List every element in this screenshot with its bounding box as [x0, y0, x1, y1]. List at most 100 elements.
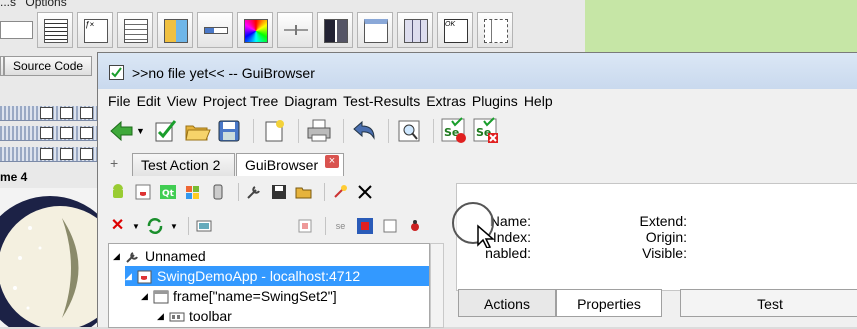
open-folder-icon[interactable]	[294, 182, 314, 202]
tab-test-action-2[interactable]: Test Action 2	[132, 153, 235, 176]
close-icon[interactable]	[355, 182, 375, 202]
toolbar-separator	[342, 119, 344, 143]
component-tree[interactable]: ◢ Unnamed ◢ SwingDemoApp - localhost:471…	[108, 243, 430, 328]
app-check-icon	[109, 65, 124, 80]
inspect-icon[interactable]	[395, 117, 423, 145]
editor-tabstrip: + Test Action 2 GuiBrowser ×	[98, 151, 857, 177]
option-pane-icon[interactable]	[157, 12, 193, 48]
color-chooser-icon[interactable]	[237, 12, 273, 48]
windows-icon[interactable]	[183, 182, 203, 202]
expand-triangle-icon[interactable]: ◢	[141, 286, 153, 306]
svg-text:Qt: Qt	[162, 189, 175, 199]
tree-label: SwingDemoApp - localhost:4712	[157, 268, 361, 284]
tab-properties[interactable]: Properties	[556, 289, 662, 317]
bug-icon[interactable]	[405, 216, 425, 236]
undo-icon[interactable]	[350, 117, 378, 145]
save-icon[interactable]	[215, 117, 243, 145]
new-document-icon[interactable]	[260, 117, 288, 145]
split-pane-icon[interactable]	[317, 12, 353, 48]
tabbed-pane-icon[interactable]	[357, 12, 393, 48]
background-menubar: ...s Options	[0, 0, 67, 9]
internal-frame-titlebar[interactable]	[0, 106, 97, 121]
chevron-down-icon[interactable]: ▼	[136, 126, 145, 136]
android-icon[interactable]	[108, 182, 128, 202]
tree-row-root[interactable]: ◢ Unnamed	[113, 246, 413, 266]
maximize-icon[interactable]	[60, 127, 73, 139]
internal-frame-titlebar[interactable]	[0, 147, 97, 162]
slider-icon[interactable]	[277, 12, 313, 48]
new-check-icon[interactable]	[151, 117, 179, 145]
pin-icon[interactable]	[330, 182, 350, 202]
progress-bar-icon[interactable]	[197, 12, 233, 48]
tree-icon[interactable]	[477, 12, 513, 48]
menubar: File Edit View Project Tree Diagram Test…	[98, 90, 857, 112]
expand-triangle-icon[interactable]: ◢	[125, 266, 137, 286]
text-editor-icon[interactable]: ƒ×	[77, 12, 113, 48]
table-icon[interactable]	[397, 12, 433, 48]
combo-box-icon[interactable]	[0, 21, 33, 39]
save-icon[interactable]	[269, 182, 289, 202]
chevron-down-icon[interactable]: ▼	[132, 222, 140, 231]
close-icon[interactable]	[80, 107, 93, 119]
background-tab-source-code[interactable]: Source Code	[4, 56, 93, 76]
expand-triangle-icon[interactable]: ◢	[157, 306, 169, 326]
component-browser-panel: Qt ✕ ▼ ▼ se ◢ Unnamed ◢ SwingDemoApp - l…	[108, 179, 444, 328]
minimize-icon[interactable]	[40, 127, 53, 139]
expand-triangle-icon[interactable]: ◢	[113, 246, 125, 266]
menu-help[interactable]: Help	[524, 93, 553, 109]
qt-icon[interactable]: Qt	[158, 182, 178, 202]
close-icon[interactable]	[80, 148, 93, 160]
close-tab-icon[interactable]: ×	[325, 155, 339, 168]
tooltip-icon[interactable]: OK	[437, 12, 473, 48]
tree-row-toolbar[interactable]: ◢ toolbar	[157, 306, 357, 326]
delete-icon[interactable]: ✕	[108, 216, 127, 236]
menu-extras[interactable]: Extras	[426, 93, 466, 109]
back-arrow-icon[interactable]	[108, 117, 136, 145]
menu-plugins[interactable]: Plugins	[472, 93, 518, 109]
screen-capture-icon[interactable]	[194, 216, 214, 236]
java-icon[interactable]	[133, 182, 153, 202]
maximize-icon[interactable]	[60, 107, 73, 119]
record-stop-icon[interactable]	[355, 216, 375, 236]
minimize-icon[interactable]	[40, 148, 53, 160]
selenium-record-icon[interactable]: Se	[440, 117, 468, 145]
frame-icon	[153, 289, 169, 304]
background-menu-item[interactable]: Options	[25, 0, 66, 9]
background-tabs: Source Code	[0, 55, 93, 77]
selenium-stop-icon[interactable]: Se	[472, 117, 500, 145]
tree-row-selected[interactable]: ◢ SwingDemoApp - localhost:4712	[125, 266, 429, 286]
refresh-icon[interactable]	[145, 216, 165, 236]
internal-frame-titlebar[interactable]	[0, 126, 97, 141]
tab-actions[interactable]: Actions	[458, 289, 556, 317]
print-icon[interactable]	[305, 117, 333, 145]
menu-file[interactable]: File	[108, 93, 131, 109]
highlight-icon[interactable]	[295, 216, 315, 236]
toolbar-separator	[238, 183, 239, 201]
menu-view[interactable]: View	[167, 93, 197, 109]
tree-row-frame[interactable]: ◢ frame["name=SwingSet2"]	[141, 286, 421, 306]
chevron-down-icon[interactable]: ▼	[170, 222, 178, 231]
minimize-icon[interactable]	[40, 107, 53, 119]
selenium-icon[interactable]: se	[331, 216, 350, 236]
tab-test[interactable]: Test	[680, 289, 857, 317]
form-icon[interactable]	[117, 12, 153, 48]
tree-toolbar: ✕ ▼ ▼ se	[108, 213, 430, 239]
maximize-icon[interactable]	[60, 148, 73, 160]
background-menu-item[interactable]: ...s	[0, 0, 16, 9]
prop-label-origin: Origin:	[645, 229, 687, 245]
menu-test-results[interactable]: Test-Results	[343, 93, 420, 109]
checkbox-icon[interactable]	[380, 216, 400, 236]
wrench-icon[interactable]	[244, 182, 264, 202]
menu-diagram[interactable]: Diagram	[284, 93, 337, 109]
mobile-icon[interactable]	[208, 182, 228, 202]
add-tab-button[interactable]: +	[110, 155, 118, 171]
window-titlebar[interactable]: >>no file yet<< -- GuiBrowser	[98, 53, 857, 89]
close-icon[interactable]	[80, 127, 93, 139]
toolbar-separator	[432, 119, 434, 143]
open-folder-icon[interactable]	[183, 117, 211, 145]
list-icon[interactable]	[37, 12, 73, 48]
tree-scrollbar[interactable]	[430, 243, 444, 328]
menu-project-tree[interactable]: Project Tree	[203, 93, 278, 109]
background-toolbar: ƒ× OK	[0, 10, 585, 50]
menu-edit[interactable]: Edit	[137, 93, 161, 109]
